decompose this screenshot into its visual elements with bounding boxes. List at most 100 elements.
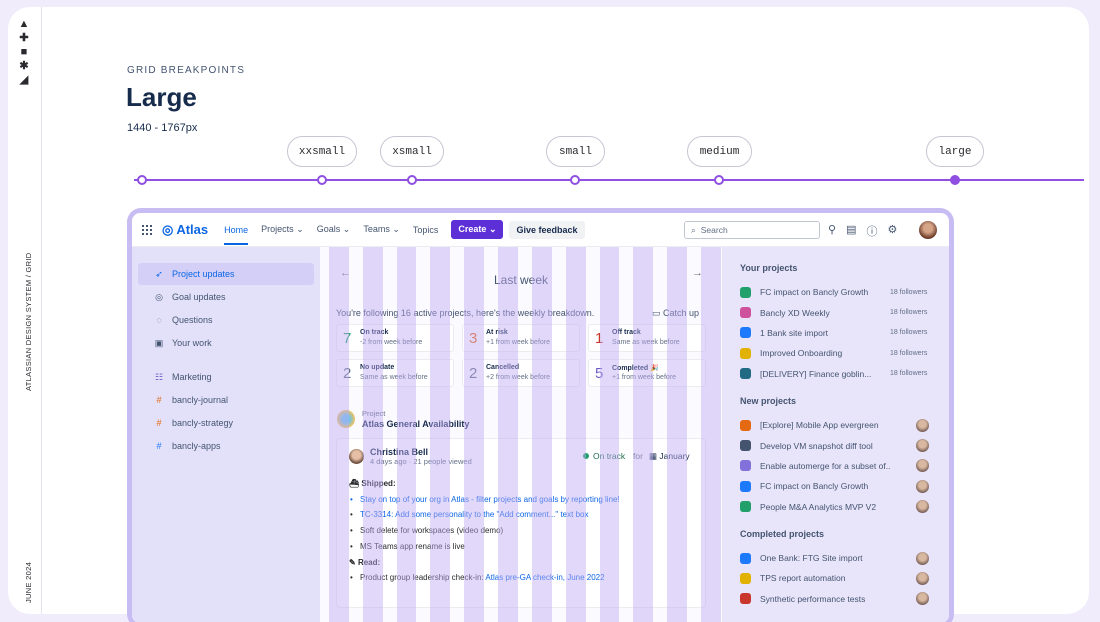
followers-count: 18 followers (890, 329, 928, 337)
project-row[interactable]: People M&A Analytics MVP V2 (740, 497, 949, 517)
search-icon: ⌕ (691, 224, 696, 235)
breakpoint-pill-xxsmall[interactable]: xxsmall (287, 136, 357, 167)
rocket-icon[interactable]: ⚲ (828, 223, 836, 239)
read-label: Read: (357, 557, 381, 567)
sidebar-item-bancly-strategy[interactable]: # bancly-strategy (138, 412, 314, 434)
rail-top-label: ATLASSIAN DESIGN SYSTEM / GRID (24, 252, 33, 391)
stat-number: 1 (595, 330, 604, 347)
owner-avatar[interactable] (916, 551, 929, 565)
sidebar-item-marketing[interactable]: ☷ Marketing (138, 366, 314, 388)
sidebar-item-goal-updates[interactable]: ◎ Goal updates (138, 286, 314, 308)
create-button[interactable]: Create ⌄ (451, 220, 504, 239)
project-row[interactable]: 1 Bank site import 18 followers (740, 323, 949, 343)
project-row[interactable]: Improved Onboarding 18 followers (740, 343, 949, 363)
read-prefix: Product group leadership check-in: (360, 573, 484, 583)
stat-sub: -2 from week before (360, 339, 423, 346)
sidebar-item-questions[interactable]: ◌ Questions (138, 309, 314, 331)
project-icon (740, 480, 751, 492)
app-preview-frame: ◎ Atlas Home Projects ⌄ Goals ⌄ Teams ⌄ … (127, 208, 954, 622)
hash-icon: # (156, 395, 162, 405)
stat-off-track[interactable]: 1 Off track Same as week before (588, 324, 706, 352)
project-row[interactable]: [DELIVERY] Finance goblin... 18 followers (740, 364, 949, 384)
target-icon: ◎ (155, 291, 163, 302)
owner-avatar[interactable] (916, 571, 929, 585)
sidebar-item-your-work[interactable]: ▣ Your work (138, 332, 314, 354)
sidebar-item-bancly-journal[interactable]: # bancly-journal (138, 389, 314, 411)
followers-count: 18 followers (890, 288, 928, 296)
project-row[interactable]: FC impact on Bancly Growth 18 followers (740, 282, 949, 302)
stat-at-risk[interactable]: 3 At risk +1 from week before (462, 324, 580, 352)
page-title: Large (126, 82, 197, 112)
project-row[interactable]: Synthetic performance tests (740, 589, 949, 609)
nav-goals[interactable]: Goals ⌄ (317, 224, 351, 235)
project-icon (740, 307, 751, 319)
catch-up-button[interactable]: ▭ Catch up (652, 308, 699, 319)
help-icon[interactable]: ⓘ (866, 223, 877, 239)
timeline-node-large (950, 175, 960, 185)
sidebar-item-label: Goal updates (172, 292, 226, 302)
arrow-right-icon[interactable]: → (692, 267, 703, 279)
owner-avatar[interactable] (916, 418, 929, 432)
project-name[interactable]: Atlas General Availability (362, 419, 469, 429)
author-name[interactable]: Christina Bell (370, 447, 428, 457)
breakpoint-pill-small[interactable]: small (546, 136, 605, 167)
project-row[interactable]: One Bank: FTG Site import (740, 548, 949, 568)
owner-avatar[interactable] (916, 459, 929, 473)
stat-sub: Same as week before (360, 374, 428, 381)
followers-count: 18 followers (890, 309, 928, 317)
owner-avatar[interactable] (916, 500, 929, 514)
owner-avatar[interactable] (916, 439, 929, 453)
give-feedback-button[interactable]: Give feedback (509, 220, 585, 239)
app-switcher-icon[interactable] (142, 224, 152, 235)
nav-goals-label: Goals (316, 224, 341, 234)
project-row[interactable]: TPS report automation (740, 568, 949, 588)
status-badge: On track (583, 451, 625, 461)
read-link[interactable]: Atlas pre-GA check-in, June 2022 (485, 573, 604, 582)
project-row[interactable]: FC impact on Bancly Growth (740, 476, 949, 496)
author-avatar[interactable] (349, 449, 364, 464)
completed-projects-heading: Completed projects (740, 528, 825, 539)
project-row[interactable]: Develop VM snapshot diff tool (740, 435, 949, 455)
stat-number: 7 (343, 330, 352, 347)
user-avatar[interactable] (919, 221, 937, 239)
owner-avatar[interactable] (916, 592, 929, 606)
stat-no-update[interactable]: 2 No update Same as week before (336, 359, 454, 387)
project-icon (740, 460, 751, 472)
nav-projects[interactable]: Projects ⌄ (261, 224, 304, 235)
breakpoint-pill-xsmall[interactable]: xsmall (380, 136, 444, 167)
gear-icon[interactable]: ⚙ (887, 223, 897, 239)
breakpoint-pill-large[interactable]: large (926, 136, 984, 167)
followers-count: 18 followers (890, 370, 928, 378)
ticket-text[interactable]: Add some personality to the "Add comment… (395, 510, 588, 519)
project-row[interactable]: Bancly XD Weekly 18 followers (740, 302, 949, 322)
arrow-left-icon[interactable]: ← (340, 267, 351, 279)
stat-on-track[interactable]: 7 On track -2 from week before (336, 324, 454, 352)
stat-completed[interactable]: 5 Completed 🎉 +1 from week before (588, 359, 706, 387)
notes-icon[interactable]: ▤ (846, 223, 856, 239)
nav-projects-label: Projects (261, 224, 294, 234)
stat-cancelled[interactable]: 2 Cancelled +2 from week before (462, 359, 580, 387)
stat-number: 2 (469, 365, 478, 382)
search-input[interactable]: ⌕ Search (684, 221, 820, 239)
sidebar-item-bancly-apps[interactable]: # bancly-apps (138, 435, 314, 457)
nav-home[interactable]: Home (224, 225, 249, 245)
ticket-link[interactable]: TC-3314: (360, 510, 393, 519)
nav-topics[interactable]: Topics (413, 225, 439, 235)
create-label: Create (458, 224, 487, 234)
nav-teams[interactable]: Teams ⌄ (363, 224, 400, 235)
owner-avatar[interactable] (916, 479, 929, 493)
list-item[interactable]: Stay on top of your org in Atlas - filte… (349, 492, 620, 508)
right-panel: Your projects FC impact on Bancly Growth… (722, 247, 949, 622)
sidebar-item-project-updates[interactable]: ➶ Project updates (138, 263, 314, 285)
stat-label: Cancelled (486, 364, 520, 371)
stat-number: 5 (595, 365, 604, 382)
catch-up-label: Catch up (663, 308, 700, 318)
project-row[interactable]: Enable automerge for a subset of... (740, 456, 949, 476)
project-icon (740, 286, 751, 298)
sidebar-item-label: Questions (172, 315, 213, 325)
project-row[interactable]: [Explore] Mobile App evergreen (740, 415, 949, 435)
atlas-logo[interactable]: ◎ Atlas (162, 222, 208, 238)
logo-cross-icon: ✚ (19, 32, 29, 44)
status-dot-icon (583, 453, 589, 459)
breakpoint-pill-medium[interactable]: medium (687, 136, 752, 167)
